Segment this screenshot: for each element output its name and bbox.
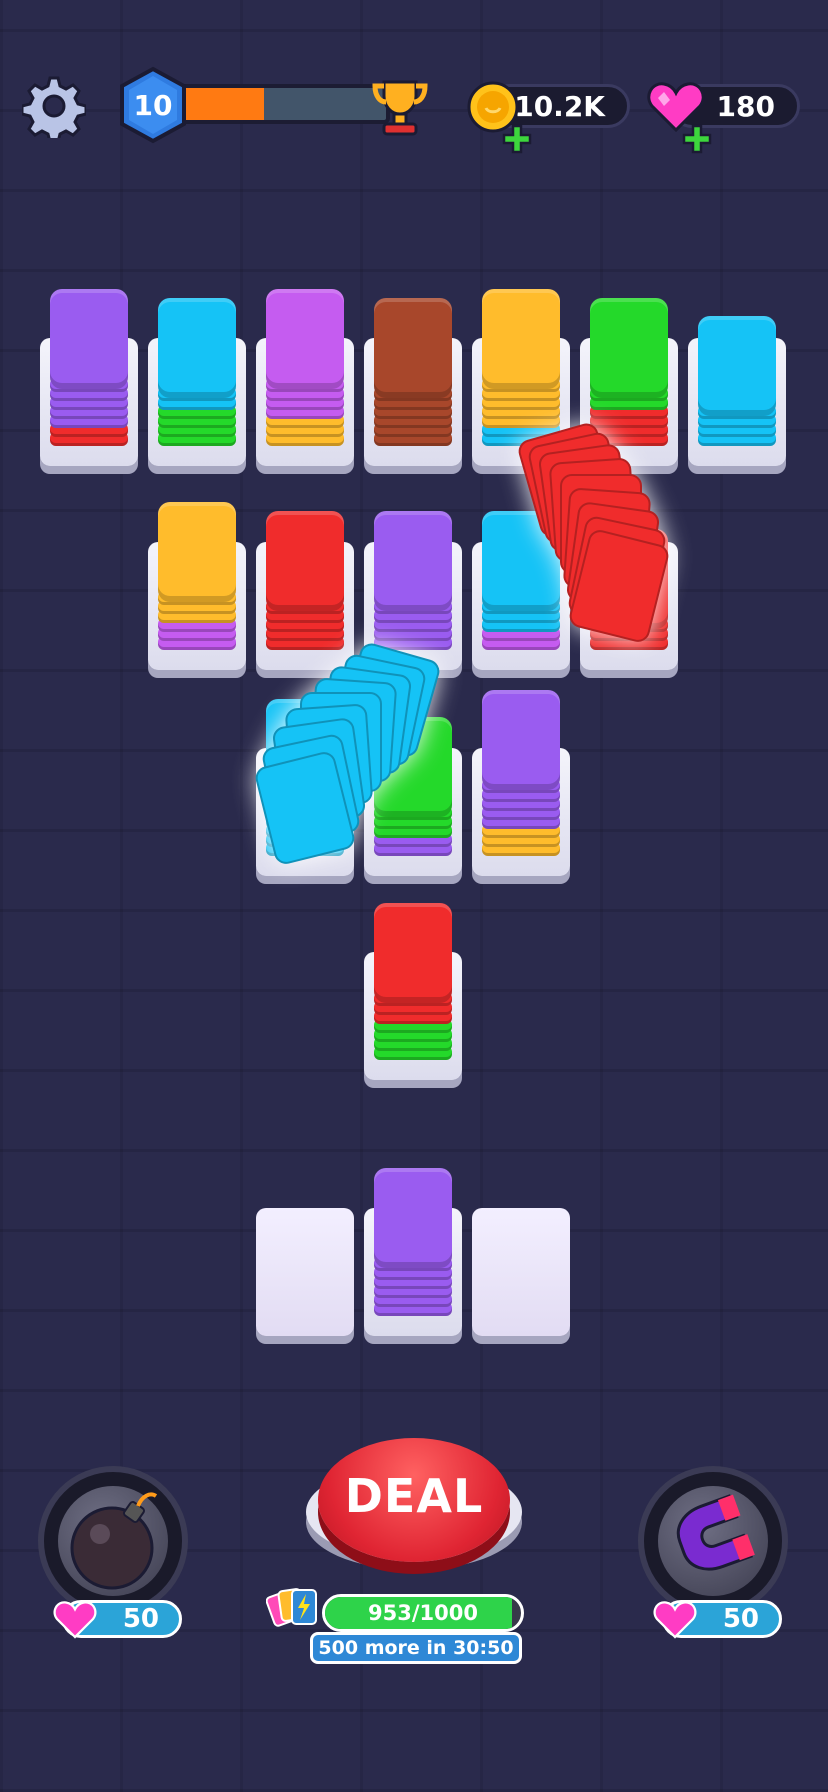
top-card — [482, 289, 560, 389]
card-stack[interactable] — [148, 390, 246, 670]
card-stack[interactable] — [364, 1056, 462, 1336]
gem-amount: 180 — [716, 89, 775, 123]
top-card — [158, 502, 236, 602]
top-card — [266, 289, 344, 389]
trophy-icon — [372, 80, 428, 136]
deal-refill-timer: 500 more in 30:50 — [310, 1632, 522, 1664]
settings-gear-icon[interactable] — [22, 74, 86, 138]
bomb-cost: 50 — [122, 1604, 159, 1634]
magnet-icon — [676, 1494, 755, 1571]
top-card — [374, 1168, 452, 1268]
top-card — [158, 298, 236, 398]
heart-gem-icon — [653, 1601, 697, 1639]
card-stack[interactable] — [472, 596, 570, 876]
bomb-booster[interactable] — [38, 1466, 188, 1616]
empty-tray[interactable] — [472, 1056, 570, 1336]
deal-label: DEAL — [344, 1469, 484, 1523]
top-card — [374, 298, 452, 398]
level-progress-fill — [182, 88, 264, 120]
level-number: 10 — [133, 88, 173, 122]
heart-gem-icon — [53, 1601, 97, 1639]
magnet-booster[interactable] — [638, 1466, 788, 1616]
add-gems-plus-icon[interactable] — [682, 124, 712, 154]
empty-tray[interactable] — [256, 1056, 354, 1336]
top-card — [482, 690, 560, 790]
coin-amount: 10.2K — [514, 89, 605, 123]
add-coins-plus-icon[interactable] — [502, 124, 532, 154]
card-stack[interactable] — [688, 186, 786, 466]
tray-base — [256, 1208, 354, 1336]
magnet-cost: 50 — [722, 1604, 759, 1634]
deal-button[interactable]: DEAL — [318, 1438, 510, 1562]
top-card — [698, 316, 776, 416]
bomb-icon — [70, 1492, 158, 1590]
top-card — [590, 298, 668, 398]
top-card — [374, 903, 452, 1003]
deal-count: 953/1000 — [368, 1601, 478, 1625]
card-stack[interactable] — [364, 800, 462, 1080]
cards-lightning-icon — [266, 1588, 317, 1627]
level-progress-bar — [178, 84, 390, 124]
tray-base — [472, 1208, 570, 1336]
top-card — [50, 289, 128, 389]
card-stack[interactable] — [40, 186, 138, 466]
